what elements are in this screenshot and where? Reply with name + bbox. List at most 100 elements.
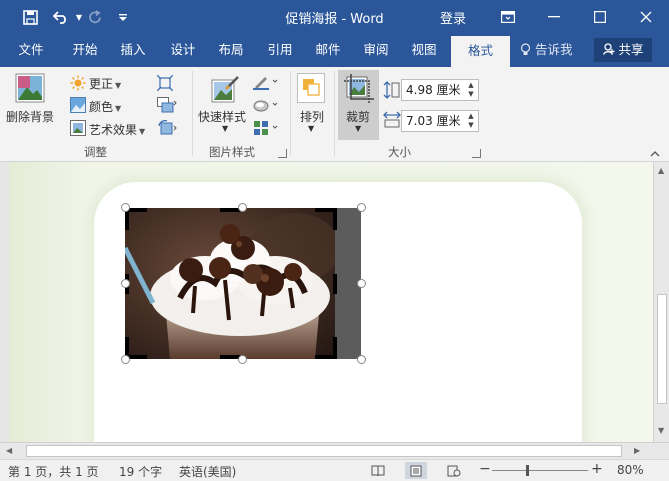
ribbon: 删除背景 更正 ▼ 颜色 ▼ 艺术效果 ▼ 调整 快速样式 ▼ 图片样式 排列 … [0, 67, 669, 162]
resize-handle[interactable] [238, 355, 247, 364]
close-icon[interactable] [623, 0, 669, 33]
resize-handle[interactable] [238, 203, 247, 212]
crop-handle-bottom[interactable] [220, 355, 240, 359]
width-value: 7.03 厘米 [406, 114, 461, 128]
picture-color-icon [70, 97, 86, 113]
scroll-left-icon[interactable]: ◀ [6, 446, 12, 455]
lightbulb-icon [520, 42, 535, 57]
page-count[interactable]: 第 1 页，共 1 页 [8, 463, 99, 480]
tab-home[interactable]: 开始 [62, 33, 108, 67]
resize-handle[interactable] [121, 279, 130, 288]
size-launcher-icon[interactable] [472, 149, 481, 158]
quick-styles-dropdown-icon: ▼ [222, 124, 229, 133]
tab-design[interactable]: 设计 [160, 33, 206, 67]
window-title: 促销海报 - Word [285, 12, 384, 27]
arrange-dropdown-icon: ▼ [308, 124, 315, 133]
scroll-down-icon[interactable]: ▼ [658, 426, 664, 435]
resize-handle[interactable] [357, 355, 366, 364]
crop-label: 裁剪 [346, 110, 371, 124]
height-spinner-icon[interactable]: ▲ ▼ [466, 81, 476, 99]
share-button[interactable]: 共享 [594, 38, 652, 62]
picture-styles-group-label: 图片样式 [209, 145, 255, 159]
ribbon-display-options-icon[interactable] [485, 0, 531, 33]
title-bar: ▼ 促销海报 - Word 登录 [0, 0, 669, 33]
crop-icon [344, 74, 374, 104]
remove-background-icon [15, 73, 45, 103]
picture-border-icon[interactable] [253, 74, 278, 90]
selected-picture[interactable] [121, 203, 366, 364]
status-bar: 第 1 页，共 1 页 19 个字 英语(美国) − + 80% [0, 459, 669, 481]
artistic-effects-icon [70, 120, 86, 136]
tab-view[interactable]: 视图 [401, 33, 447, 67]
artistic-effects-label: 艺术效果 [89, 123, 138, 137]
tab-references[interactable]: 引用 [257, 33, 303, 67]
size-group-label: 大小 [388, 145, 411, 159]
group-divider [192, 71, 193, 156]
collapse-ribbon-icon[interactable] [650, 149, 660, 160]
ribbon-tabs: 文件 开始 插入 设计 布局 引用 邮件 审阅 视图 格式 告诉我 共享 [0, 33, 669, 67]
customize-qat-icon[interactable] [112, 6, 134, 28]
resize-handle[interactable] [121, 203, 130, 212]
height-field[interactable]: 4.98 厘米 ▲ ▼ [401, 79, 479, 101]
picture-layout-icon[interactable] [253, 120, 278, 136]
tab-insert[interactable]: 插入 [110, 33, 156, 67]
shape-height-icon [383, 81, 400, 99]
tab-mailings[interactable]: 邮件 [305, 33, 351, 67]
zoom-slider-thumb[interactable] [526, 465, 529, 476]
tell-me-label: 告诉我 [534, 42, 573, 57]
tell-me-box[interactable]: 告诉我 [520, 33, 573, 67]
picture-styles-launcher-icon[interactable] [278, 149, 287, 158]
login-link[interactable]: 登录 [440, 8, 466, 27]
arrange-label: 排列 [300, 110, 325, 124]
resize-handle[interactable] [357, 203, 366, 212]
save-icon[interactable] [19, 6, 41, 28]
group-divider [334, 71, 335, 156]
zoom-level[interactable]: 80% [617, 463, 644, 477]
crop-handle-right[interactable] [333, 274, 337, 294]
minimize-icon[interactable] [531, 0, 577, 33]
tab-format[interactable]: 格式 [451, 36, 510, 67]
word-count[interactable]: 19 个字 [119, 463, 162, 480]
arrange-icon [297, 73, 327, 103]
remove-background-label: 删除背景 [6, 110, 55, 124]
adjust-group-label: 调整 [84, 145, 107, 159]
compress-pictures-icon[interactable] [156, 74, 174, 92]
reset-picture-icon[interactable] [157, 120, 177, 136]
web-layout-icon[interactable] [443, 462, 465, 479]
tab-layout[interactable]: 布局 [208, 33, 254, 67]
zoom-in-icon[interactable]: + [591, 461, 603, 477]
group-divider [290, 71, 291, 156]
crop-handle-bottom-right[interactable] [333, 337, 337, 359]
resize-handle[interactable] [121, 355, 130, 364]
crop-handle-top-right[interactable] [333, 208, 337, 230]
crop-dropdown-icon: ▼ [355, 124, 362, 133]
horizontal-scroll-thumb[interactable] [26, 445, 622, 457]
tab-file[interactable]: 文件 [8, 33, 54, 67]
vertical-scrollbar[interactable]: ▲ ▼ [653, 162, 669, 442]
print-layout-icon[interactable] [405, 462, 427, 479]
quick-styles-icon [210, 75, 240, 105]
width-spinner-icon[interactable]: ▲ ▼ [466, 112, 476, 130]
zoom-slider[interactable] [492, 470, 588, 471]
picture-effects-icon[interactable] [253, 97, 278, 113]
redo-icon[interactable] [84, 6, 106, 28]
scroll-up-icon[interactable]: ▲ [658, 166, 664, 175]
maximize-icon[interactable] [577, 0, 623, 33]
scroll-right-icon[interactable]: ▶ [634, 446, 640, 455]
zoom-out-icon[interactable]: − [479, 461, 491, 477]
height-value: 4.98 厘米 [406, 83, 461, 97]
language-indicator[interactable]: 英语(美国) [179, 463, 236, 480]
document-area[interactable] [0, 162, 653, 442]
crop-handle-top[interactable] [220, 208, 240, 212]
tab-review[interactable]: 审阅 [353, 33, 399, 67]
crop-button[interactable]: 裁剪 ▼ [338, 70, 379, 140]
read-mode-icon[interactable] [367, 462, 389, 479]
resize-handle[interactable] [357, 279, 366, 288]
color-label: 颜色 [89, 100, 114, 114]
sun-icon [70, 75, 86, 91]
corrections-label: 更正 [89, 77, 114, 91]
vertical-scroll-thumb[interactable] [657, 294, 667, 404]
horizontal-scrollbar[interactable]: ◀ ▶ [0, 442, 669, 459]
change-picture-icon[interactable] [157, 97, 177, 113]
width-field[interactable]: 7.03 厘米 ▲ ▼ [401, 110, 479, 132]
